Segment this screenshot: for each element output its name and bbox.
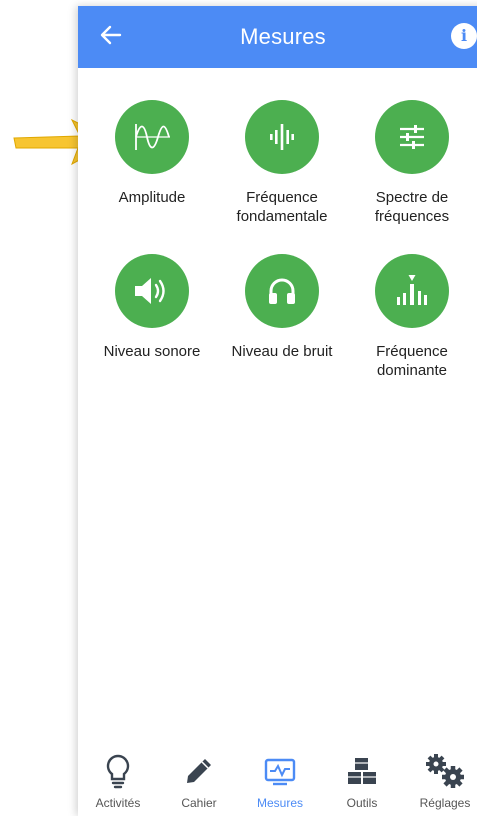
- measure-fundamental-frequency[interactable]: Fréquence fondamentale: [217, 100, 347, 226]
- measure-frequency-spectrum[interactable]: Spectre de fréquences: [347, 100, 477, 226]
- nav-label: Réglages: [419, 796, 471, 810]
- sliders-icon: [400, 125, 424, 149]
- bottom-navigation: Activités Cahier Mesures Outils Réglages: [78, 744, 477, 816]
- measure-dominant-frequency[interactable]: Fréquence dominante: [347, 254, 477, 380]
- measure-label: Amplitude: [118, 189, 186, 206]
- nav-item-measures[interactable]: Mesures: [240, 752, 320, 810]
- lightbulb-icon: [78, 752, 158, 790]
- measure-label: Fréquence fondamentale: [236, 189, 328, 225]
- nav-label: Cahier: [181, 796, 217, 810]
- nav-label: Mesures: [256, 796, 303, 810]
- amplitude-button[interactable]: [115, 100, 189, 174]
- measure-amplitude[interactable]: Amplitude: [87, 100, 217, 207]
- nav-item-notebook[interactable]: Cahier: [159, 752, 239, 810]
- nav-label: Outils: [346, 796, 378, 810]
- noise-level-button[interactable]: [245, 254, 319, 328]
- fundamental-frequency-button[interactable]: [245, 100, 319, 174]
- measure-label: Fréquence dominante: [376, 343, 448, 379]
- headphones-icon: [269, 278, 295, 304]
- measure-sound-level[interactable]: Niveau sonore: [87, 254, 217, 361]
- info-button[interactable]: i: [451, 23, 477, 49]
- sound-level-button[interactable]: [115, 254, 189, 328]
- nav-item-tools[interactable]: Outils: [322, 752, 402, 810]
- nav-item-settings[interactable]: Réglages: [405, 752, 477, 810]
- speaker-icon: [135, 278, 165, 304]
- page-title: Mesures: [240, 24, 326, 49]
- nav-label: Activités: [95, 796, 141, 810]
- cubes-icon: [322, 752, 402, 790]
- waveform-monitor-icon: [240, 752, 320, 790]
- measure-noise-level[interactable]: Niveau de bruit: [217, 254, 347, 361]
- app-bar: Mesures i: [78, 6, 477, 68]
- pencil-icon: [159, 752, 239, 790]
- phone-screen: Mesures i Amplitude Fréquence fondamenta…: [78, 6, 477, 816]
- amplitude-wave-icon: [135, 124, 170, 150]
- gears-icon: [405, 752, 477, 790]
- dominant-frequency-icon: [397, 275, 427, 305]
- dominant-frequency-button[interactable]: [375, 254, 449, 328]
- audio-bars-icon: [270, 124, 294, 150]
- measure-label: Spectre de fréquences: [374, 189, 450, 225]
- nav-item-activities[interactable]: Activités: [78, 752, 158, 810]
- measure-label: Niveau de bruit: [231, 343, 333, 360]
- frequency-spectrum-button[interactable]: [375, 100, 449, 174]
- measure-label: Niveau sonore: [103, 343, 201, 360]
